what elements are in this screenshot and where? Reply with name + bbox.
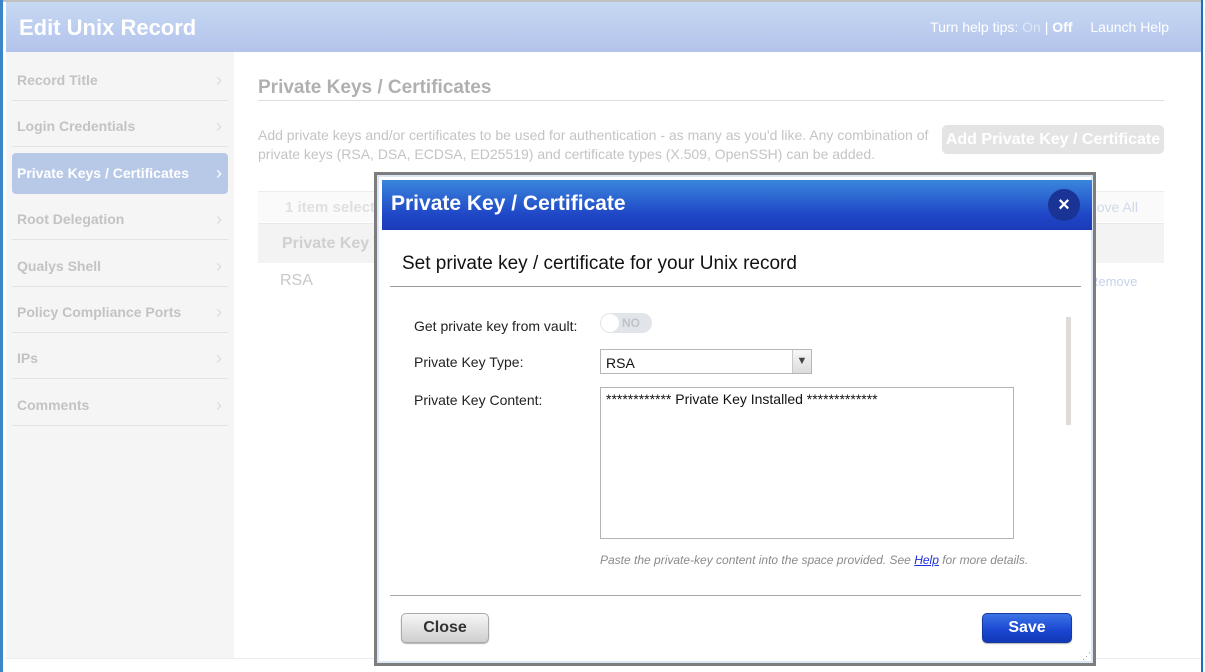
sidebar-item-label: Record Title	[17, 72, 98, 88]
chevron-right-icon: ›	[216, 395, 222, 415]
section-title: Private Keys / Certificates	[258, 77, 492, 98]
toggle-knob	[601, 314, 619, 332]
page-title: Edit Unix Record	[19, 15, 197, 40]
sidebar-item-label: Policy Compliance Ports	[17, 304, 182, 320]
sidebar-item-qualys-shell[interactable]: Qualys Shell ›	[12, 246, 228, 287]
sidebar-item-comments[interactable]: Comments ›	[12, 385, 228, 426]
help-tips-off-link[interactable]: Off	[1052, 19, 1072, 35]
header-bar: Edit Unix Record Turn help tips: On | Of…	[6, 2, 1205, 52]
sidebar-item-label: Root Delegation	[17, 211, 125, 227]
add-private-key-button[interactable]: Add Private Key / Certificate	[942, 125, 1164, 154]
dialog-subtitle: Set private key / certificate for your U…	[402, 253, 797, 274]
sidebar: Record Title › Login Credentials › Priva…	[6, 52, 234, 658]
vault-toggle[interactable]: NO	[600, 313, 652, 333]
help-tips-label: Turn help tips:	[930, 19, 1019, 35]
dialog-scrollbar[interactable]	[1066, 317, 1071, 425]
key-content-label: Private Key Content:	[414, 392, 543, 408]
sidebar-item-label: Private Keys / Certificates	[17, 165, 189, 181]
resize-grip-icon[interactable]: ⋰	[1082, 651, 1091, 662]
dialog-title: Private Key / Certificate	[391, 192, 626, 215]
chevron-right-icon: ›	[216, 302, 222, 322]
sidebar-item-label: Login Credentials	[17, 118, 136, 134]
save-button[interactable]: Save	[982, 613, 1072, 643]
sidebar-item-label: Comments	[17, 397, 90, 413]
dialog-header: Private Key / Certificate ×	[382, 180, 1092, 230]
header-help-controls: Turn help tips: On | Off Launch Help	[930, 19, 1169, 35]
help-tips-on-link[interactable]: On	[1022, 19, 1041, 35]
hint-text-suffix: for more details.	[938, 553, 1029, 567]
dialog-divider	[390, 286, 1081, 287]
dialog-footer-divider	[390, 595, 1081, 596]
section-description: Add private keys and/or certificates to …	[258, 127, 929, 162]
close-icon[interactable]: ×	[1048, 189, 1080, 221]
sidebar-item-root-delegation[interactable]: Root Delegation ›	[12, 199, 228, 240]
launch-help-link[interactable]: Launch Help	[1090, 19, 1169, 35]
sidebar-item-label: Qualys Shell	[17, 258, 102, 274]
key-type-selected-value: RSA	[606, 355, 635, 371]
chevron-right-icon: ›	[216, 256, 222, 276]
sidebar-item-ips[interactable]: IPs ›	[12, 338, 228, 379]
help-tips-separator: |	[1044, 19, 1049, 35]
chevron-down-icon[interactable]: ▼	[792, 350, 811, 373]
edit-unix-record-window: Edit Unix Record Turn help tips: On | Of…	[0, 0, 1205, 672]
sidebar-item-label: IPs	[17, 350, 39, 366]
key-type-select[interactable]: RSA ▼	[600, 349, 812, 374]
toggle-state-text: NO	[622, 316, 640, 330]
chevron-right-icon: ›	[216, 116, 222, 136]
key-content-hint: Paste the private-key content into the s…	[600, 553, 1028, 567]
chevron-right-icon: ›	[216, 70, 222, 90]
chevron-right-icon: ›	[216, 163, 222, 183]
private-key-dialog: Private Key / Certificate × Set private …	[374, 172, 1096, 666]
section-divider	[258, 100, 1164, 101]
remove-link[interactable]: Remove	[1089, 274, 1137, 289]
hint-text-prefix: Paste the private-key content into the s…	[600, 553, 915, 567]
chevron-right-icon: ›	[216, 348, 222, 368]
help-link[interactable]: Help	[914, 553, 939, 567]
sidebar-item-private-keys-certificates[interactable]: Private Keys / Certificates ›	[12, 153, 228, 194]
key-type-label: Private Key Type:	[414, 354, 524, 370]
sidebar-item-login-credentials[interactable]: Login Credentials ›	[12, 106, 228, 147]
chevron-right-icon: ›	[216, 209, 222, 229]
close-button[interactable]: Close	[401, 613, 489, 643]
window-right-border	[1201, 0, 1205, 672]
sidebar-item-policy-compliance-ports[interactable]: Policy Compliance Ports ›	[12, 292, 228, 333]
sidebar-item-record-title[interactable]: Record Title ›	[12, 60, 228, 101]
vault-label: Get private key from vault:	[414, 318, 578, 334]
key-content-textarea[interactable]: ************ Private Key Installed *****…	[600, 387, 1014, 539]
key-type-cell: RSA	[280, 272, 313, 289]
